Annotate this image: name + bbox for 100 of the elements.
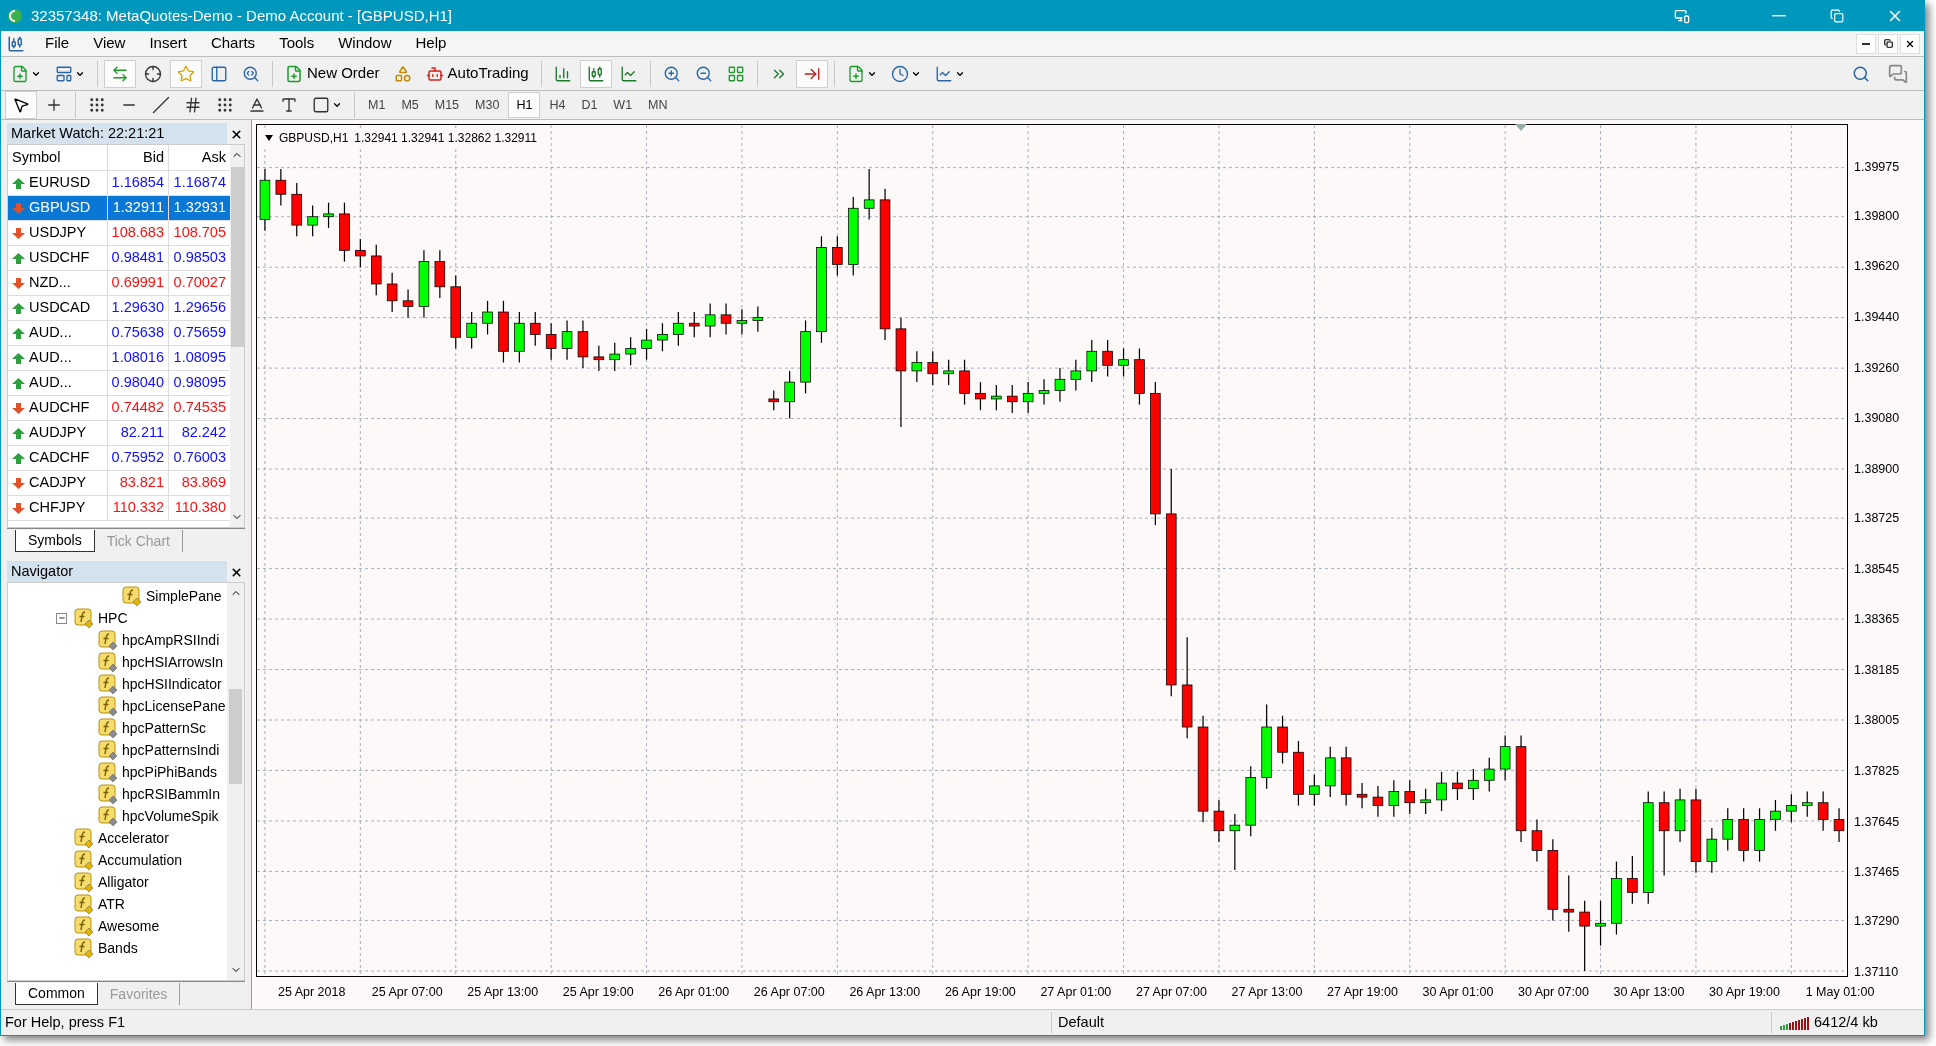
navigator-item[interactable]: hpcPatternSc [122,717,207,739]
candle [371,244,382,296]
dropdown-triangle-icon[interactable] [265,135,273,141]
column-header[interactable]: Bid [108,145,169,170]
ask-price: 0.70027 [172,273,227,293]
candle [498,300,509,364]
column-header[interactable]: Symbol [8,145,108,170]
chart-window-icon[interactable] [7,34,25,53]
minimize-button[interactable] [1856,33,1876,54]
ask-price: 1.29656 [172,298,227,318]
autotrading-button[interactable]: AutoTrading [419,59,535,88]
candlestick-icon[interactable] [579,59,612,88]
market-row[interactable]: AUD... 1.08016 1.08095 [8,346,230,371]
market-row[interactable]: GBPUSD 1.32911 1.32931 [8,196,230,221]
navigator-item[interactable]: hpcAmpRSIIndi [122,629,220,651]
new-order-button[interactable]: New Order [279,59,386,88]
indicator-icon [74,894,94,914]
menu-item[interactable]: Tools [267,32,327,55]
chat-icon[interactable] [1888,63,1908,84]
candle [1293,740,1304,807]
symbol-name: AUD... [29,373,72,393]
market-row[interactable]: AUD... 0.75638 0.75659 [8,321,230,346]
shapes-icon[interactable] [393,64,412,83]
ask-price: 110.380 [173,498,227,518]
indicator-icon [98,674,118,694]
market-row[interactable]: USDCHF 0.98481 0.98503 [8,246,230,271]
navigator-item[interactable]: Bands [98,937,138,959]
menu-item[interactable]: Charts [198,32,268,55]
navigator-item[interactable]: HPC [98,607,128,629]
price-label: 1.39800 [1854,207,1900,225]
app-logo-icon [7,8,23,24]
timeframe-button[interactable]: M1 [361,92,393,118]
scrollbar-thumb[interactable] [230,167,244,347]
timeframe-button[interactable]: D1 [574,92,605,118]
symbol-name: USDCHF [29,248,90,268]
navigator-item[interactable]: Alligator [98,871,149,893]
menu-item[interactable]: Insert [137,32,199,55]
navigator-item[interactable]: ATR [98,893,125,915]
chart-shift-icon[interactable] [795,59,828,88]
market-row[interactable]: AUD... 0.98040 0.98095 [8,371,230,396]
minimize-icon [1862,42,1870,45]
indicator-icon [74,828,94,848]
chart-shift-marker-icon[interactable] [1515,124,1527,131]
market-row[interactable]: NZD... 0.69991 0.70027 [8,271,230,296]
navigator-item[interactable]: hpcRSIBammIn [122,783,221,805]
ask-price: 0.98503 [172,248,227,268]
timeframe-button[interactable]: H4 [542,92,573,118]
timeframe-button[interactable]: M30 [468,92,507,118]
time-label: 30 Apr 19:00 [1709,984,1780,1001]
panel-tab[interactable]: Symbols [15,530,95,552]
close-button[interactable] [1900,33,1920,54]
column-header[interactable]: Ask [169,145,230,170]
collapse-toggle[interactable] [56,612,67,624]
timeframe-button[interactable]: M15 [427,92,467,118]
monitor-icon[interactable] [1674,8,1690,24]
bid-price: 0.69991 [108,271,169,295]
chart-prices: 1.32941 1.32941 1.32862 1.32911 [354,130,537,147]
navigator-item[interactable]: hpcVolumeSpik [122,805,219,827]
market-row[interactable]: CHFJPY 110.332 110.380 [8,496,230,521]
search-icon[interactable] [1852,64,1870,83]
navigator-item[interactable]: hpcLicensePane [122,695,226,717]
menu-item[interactable]: View [81,32,138,55]
restore-icon [1830,9,1844,23]
timeframe-button[interactable]: H1 [508,92,541,118]
market-row[interactable]: AUDCHF 0.74482 0.74535 [8,396,230,421]
price-label: 1.39440 [1854,308,1900,326]
navigator-item[interactable]: hpcHSIIndicator [122,673,222,695]
price-label: 1.37110 [1854,963,1899,981]
navigator-item[interactable]: Accelerator [98,827,169,849]
navigator-item[interactable]: hpcHSIArrowsIn [122,651,224,673]
market-row[interactable]: CADCHF 0.75952 0.76003 [8,446,230,471]
navigator-item[interactable]: SimplePane [146,585,222,607]
market-row[interactable]: USDCAD 1.29630 1.29656 [8,296,230,321]
navigator-item[interactable]: Awesome [98,915,160,937]
price-label: 1.39975 [1854,158,1900,176]
timeframe-button[interactable]: M5 [394,92,426,118]
navigator-item[interactable]: hpcPatternsIndi [122,739,220,761]
menu-item[interactable]: File [33,32,82,55]
candle [1134,347,1145,406]
market-row[interactable]: USDJPY 108.683 108.705 [8,221,230,246]
scrollbar-thumb[interactable] [229,689,243,784]
bid-price: 1.29630 [108,296,169,320]
time-label: 30 Apr 07:00 [1518,984,1589,1001]
market-row[interactable]: AUDJPY 82.211 82.242 [8,421,230,446]
market-row[interactable]: CADJPY 83.821 83.869 [8,471,230,496]
menu-item[interactable]: Help [403,32,459,55]
timeframe-button[interactable]: W1 [606,92,640,118]
candle [736,308,748,336]
restore-button[interactable] [1878,33,1898,54]
cursor-icon[interactable] [5,91,37,119]
indicator-icon [98,718,118,738]
navigator-item[interactable]: hpcPiPhiBands [122,761,217,783]
panel-tab[interactable]: Common [15,983,98,1005]
time-label: 26 Apr 01:00 [658,984,730,1001]
timeframe-button[interactable]: MN [641,92,675,118]
navigator-item[interactable]: Accumulation [98,849,183,871]
menu-item[interactable]: Window [326,32,404,55]
candle [689,311,700,338]
time-label: 1 May 01:00 [1805,984,1875,1001]
symbol-name: NZD... [29,273,71,293]
